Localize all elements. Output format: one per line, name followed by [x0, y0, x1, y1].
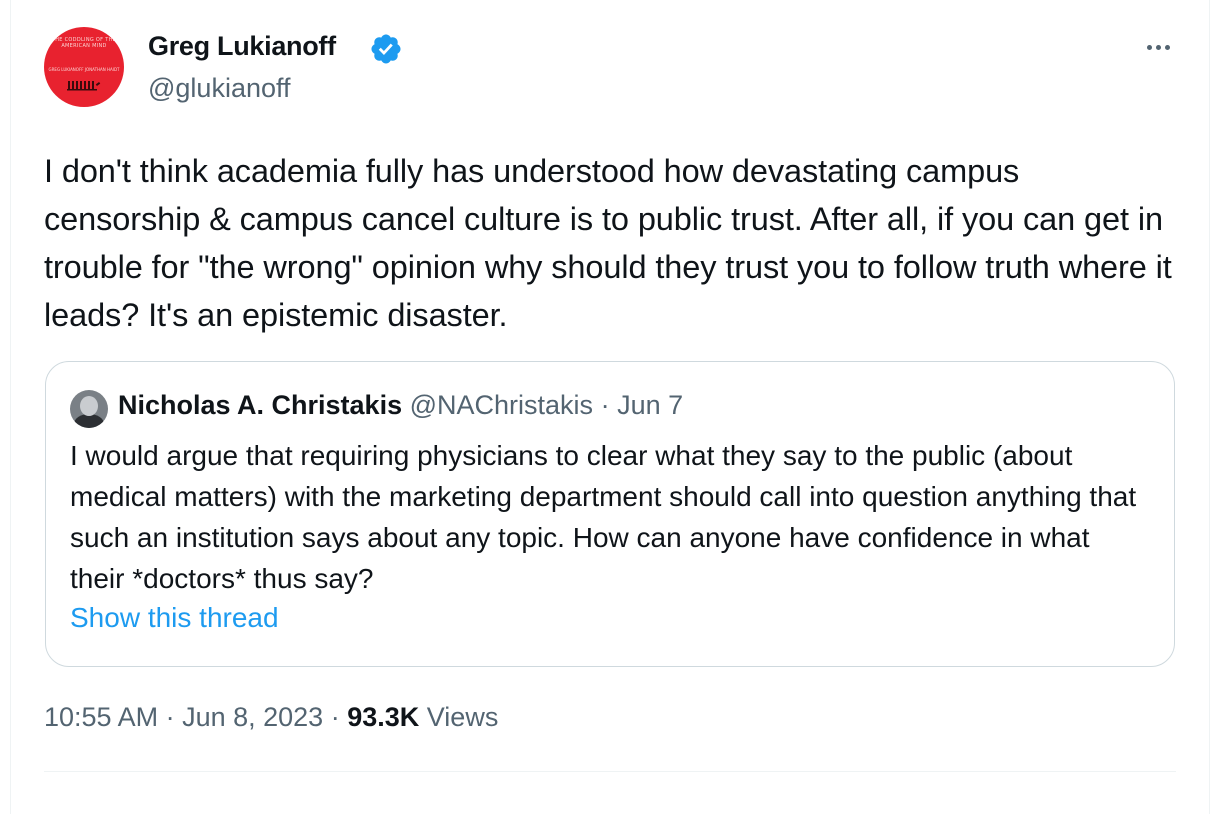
- quoted-author-avatar: [70, 390, 108, 428]
- quoted-tweet-date: Jun 7: [617, 390, 684, 420]
- avatar-book-authors: GREG LUKIANOFF JONATHAN HAIDT: [48, 67, 120, 72]
- tweet-time[interactable]: 10:55 AM: [44, 702, 158, 732]
- meta-separator: ·: [323, 702, 348, 732]
- views-label: Views: [426, 702, 499, 732]
- show-thread-link[interactable]: Show this thread: [70, 602, 279, 634]
- tweet-text: I don't think academia fully has underst…: [44, 153, 1172, 333]
- author-display-name[interactable]: Greg Lukianoff: [148, 31, 336, 62]
- divider: [44, 771, 1176, 772]
- quoted-tweet-text: I would argue that requiring physicians …: [70, 440, 1137, 594]
- tweet-meta: 10:55 AM · Jun 8, 2023 · 93.3K Views: [44, 702, 498, 733]
- author-handle[interactable]: @glukianoff: [148, 73, 291, 104]
- avatar-book-title: THE CODDLING OF THE AMERICAN MIND: [51, 37, 117, 49]
- quoted-tweet-header: Nicholas A. Christakis @NAChristakis · J…: [118, 390, 683, 421]
- quoted-author-handle: @NAChristakis: [409, 390, 594, 420]
- quoted-author-name: Nicholas A. Christakis: [118, 390, 403, 420]
- quoted-dot-separator: ·: [600, 390, 618, 420]
- tweet-date[interactable]: Jun 8, 2023: [182, 702, 323, 732]
- more-options-icon[interactable]: [1138, 30, 1178, 64]
- author-avatar[interactable]: THE CODDLING OF THE AMERICAN MIND GREG L…: [44, 27, 124, 107]
- quoted-tweet-card[interactable]: Nicholas A. Christakis @NAChristakis · J…: [45, 361, 1175, 667]
- meta-separator: ·: [158, 702, 183, 732]
- views-count: 93.3K: [347, 702, 420, 732]
- avatar-candles-graphic: [67, 81, 101, 91]
- verified-badge-icon: [371, 34, 401, 64]
